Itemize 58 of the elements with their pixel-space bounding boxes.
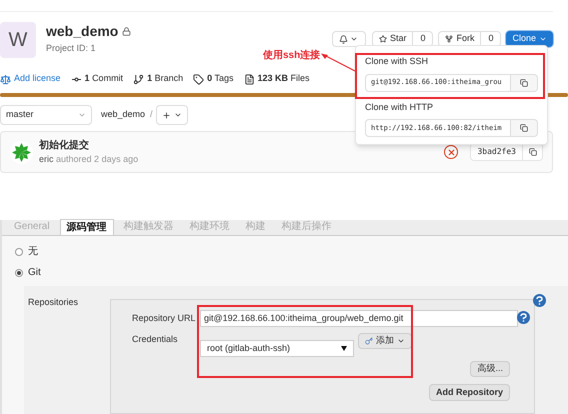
repo-stat: 0 Tags (207, 72, 234, 86)
copy-icon (520, 124, 528, 132)
bell-icon (339, 34, 348, 44)
chevron-down-icon (539, 35, 547, 43)
breadcrumb-path[interactable]: web_demo (101, 108, 146, 122)
copy-icon (520, 78, 528, 86)
advanced-button[interactable]: 高级... (470, 361, 510, 377)
radio-label: Git (28, 266, 41, 280)
star-icon (378, 35, 387, 43)
config-tab[interactable]: 源码管理 (60, 219, 114, 235)
add-dropdown-button[interactable] (156, 105, 188, 125)
add-repository-button[interactable]: Add Repository (428, 384, 510, 401)
user-avatar-icon (10, 140, 33, 164)
repository-url-field[interactable]: git@192.168.66.100:itheima_group/web_demo.git (200, 310, 518, 327)
close-icon (446, 148, 456, 156)
project-title: web_demo (46, 22, 118, 40)
chevron-down-icon (350, 35, 358, 43)
lock-icon (122, 26, 132, 36)
help-icon[interactable] (517, 311, 530, 324)
file-icon (244, 74, 254, 84)
add-credentials-button[interactable]: 添加 (358, 333, 412, 349)
copy-icon (528, 148, 536, 156)
annotation-label: 使用ssh连接 (263, 48, 320, 63)
repo-stat: 1 Commit (84, 72, 124, 86)
scale-icon (0, 74, 11, 84)
path-separator: / (150, 108, 153, 122)
commit-title[interactable]: 初始化提交 (39, 138, 138, 153)
repo-stat: 123 KB Files (258, 72, 310, 86)
caret-icon (341, 346, 347, 351)
fork-count: 0 (487, 32, 494, 46)
caret-icon (397, 337, 405, 345)
clone-option-title: Clone with HTTP (365, 100, 434, 114)
repo-stat: 1 Branch (147, 72, 184, 86)
annotation-arrow (320, 52, 356, 72)
radio-button[interactable] (15, 248, 23, 256)
key-icon (365, 337, 373, 345)
credentials-select[interactable]: root (gitlab-auth-ssh) (200, 340, 354, 357)
clone-option-title: Clone with SSH (365, 55, 430, 68)
copy-url-button[interactable] (511, 119, 538, 137)
star-count: 0 (419, 32, 426, 46)
radio-label: 无 (28, 245, 38, 259)
field-label: Credentials (132, 333, 179, 346)
tag-icon (193, 74, 204, 84)
commit-meta: eric authored 2 days ago (39, 152, 138, 166)
radio-button[interactable] (15, 268, 23, 276)
chevron-down-icon (78, 111, 86, 119)
fork-icon (445, 35, 454, 43)
copy-url-button[interactable] (511, 74, 538, 92)
field-label: Repository URL (132, 312, 197, 325)
help-icon[interactable] (533, 294, 546, 307)
plus-icon (162, 110, 171, 120)
project-avatar: W (0, 22, 36, 58)
chevron-down-icon (174, 111, 182, 119)
add-license-link[interactable]: Add license (14, 72, 61, 86)
branch-icon (133, 74, 144, 84)
project-id: Project ID: 1 (46, 42, 97, 55)
branch-select[interactable]: master (0, 105, 92, 125)
repositories-label: Repositories (28, 296, 80, 309)
